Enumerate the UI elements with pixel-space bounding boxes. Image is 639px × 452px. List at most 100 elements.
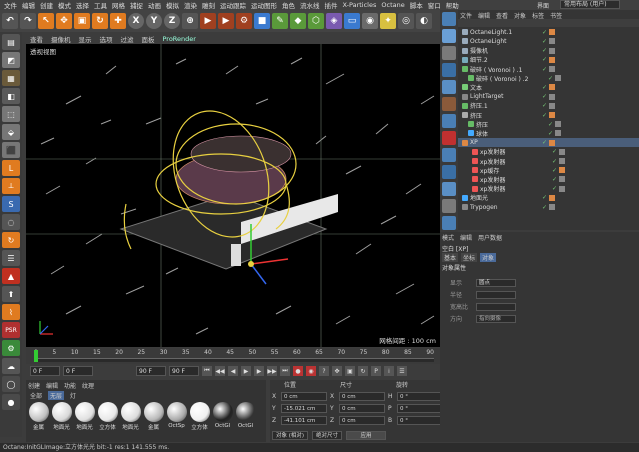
tag-icon[interactable] [559,148,566,155]
end-frame-field[interactable]: 90 F [136,366,166,376]
vp-menu-filter[interactable]: 过滤 [121,34,134,44]
camera-icon[interactable]: ◉ [362,13,378,29]
tag-icon[interactable] [549,139,556,146]
material-item[interactable]: 金属 [143,402,164,432]
timeline-track[interactable] [34,358,434,362]
play-icon[interactable]: ▶ [241,366,251,376]
psr-icon[interactable]: PSR [2,322,20,338]
menu-sculpt[interactable]: 雕刻 [202,0,215,10]
gear-icon[interactable]: ⚙ [2,340,20,356]
position-y-field[interactable]: -15.021 cm [281,404,327,413]
menu-octane[interactable]: Octane [381,1,404,9]
mat-filter-nolayer[interactable]: 无层 [48,391,65,400]
display-dropdown[interactable]: 圆点 [476,278,516,287]
menu-script[interactable]: 脚本 [410,0,423,10]
rotate-icon[interactable]: ↻ [92,13,108,29]
visibility-check-icon[interactable]: ✓ [548,75,553,82]
object-row[interactable]: xp缓存 ✓ [458,166,639,175]
octane-settings-icon[interactable]: ◐ [416,13,432,29]
content-browser-icon[interactable] [442,46,456,60]
python-icon[interactable]: ⬆ [2,286,20,302]
aspect-field[interactable] [476,302,516,311]
vp-menu-options[interactable]: 选项 [100,34,113,44]
material-item[interactable]: 金属 [28,402,49,432]
playhead[interactable] [34,350,38,362]
vp-menu-display[interactable]: 显示 [79,34,92,44]
sculpt-icon[interactable]: ▲ [2,268,20,284]
prev-key-icon[interactable]: ◀◀ [215,366,225,376]
tag-icon[interactable] [559,167,566,174]
mat-menu-function[interactable]: 功能 [64,381,76,390]
object-row[interactable]: 破碎 ( Voronoi ) .2 ✓ [458,74,639,83]
tag-icon[interactable] [555,75,562,82]
mat-menu-create[interactable]: 创建 [28,381,40,390]
attributes-panel-icon[interactable] [442,97,456,111]
tag-icon[interactable] [549,112,556,119]
visibility-check-icon[interactable]: ✓ [552,158,557,165]
visibility-check-icon[interactable]: ✓ [552,185,557,192]
goto-end-icon[interactable]: ⏭ [280,366,290,376]
visibility-check-icon[interactable]: ✓ [548,121,553,128]
visibility-check-icon[interactable]: ✓ [542,112,547,119]
mat-menu-edit[interactable]: 编辑 [46,381,58,390]
tag-icon[interactable] [549,194,556,201]
object-row[interactable]: OctaneLight ✓ [458,37,639,46]
layers-panel-icon[interactable] [442,80,456,94]
make-editable-icon[interactable]: ▤ [2,34,20,50]
object-row[interactable]: 地面光 ✓ [458,194,639,202]
last-tool-icon[interactable]: ✚ [110,13,126,29]
rotation-b-field[interactable]: 0 ° [397,416,443,425]
tag-icon[interactable] [549,84,556,91]
visibility-check-icon[interactable]: ✓ [552,167,557,174]
material-item[interactable]: 地面光 [51,402,72,432]
object-row[interactable]: XP ✓ [458,138,639,147]
visibility-check-icon[interactable]: ✓ [542,194,547,201]
visibility-check-icon[interactable]: ✓ [542,38,547,45]
tag-icon[interactable] [559,185,566,192]
tag-icon[interactable] [549,47,556,54]
tag-icon[interactable] [555,130,562,137]
texture-mode-icon[interactable]: ▦ [2,70,20,86]
menu-select[interactable]: 选择 [76,0,89,10]
object-row[interactable]: 挤压.1 ✓ [458,102,639,110]
array-icon[interactable]: ⬡ [308,13,324,29]
menu-tools[interactable]: 工具 [94,0,107,10]
prev-frame-icon[interactable]: ◀ [228,366,238,376]
coord-mode-select[interactable]: 对象 (相对) [272,431,309,440]
apply-button[interactable]: 应用 [346,431,387,440]
attr-menu-mode[interactable]: 模式 [442,233,454,242]
xpresso-icon[interactable]: ☁ [2,358,20,374]
menu-mode[interactable]: 模式 [58,0,71,10]
attr-tab-object[interactable]: 对象 [480,253,497,262]
vp-menu-camera[interactable]: 摄像机 [51,34,71,44]
material-item[interactable]: 地面光 [74,402,95,432]
tag-icon[interactable] [559,176,566,183]
perspective-viewport[interactable]: 透视视图 网格间距 : 100 cm [26,44,440,347]
model-mode-icon[interactable]: ◩ [2,52,20,68]
mat-filter-light[interactable]: 灯 [68,391,78,400]
tag-icon[interactable] [549,38,556,45]
material-item[interactable]: 立方体 [189,402,210,432]
object-row[interactable]: 挤压 ✓ [458,111,639,120]
polygons-mode-icon[interactable]: ⬛ [2,142,20,158]
menu-render[interactable]: 渲染 [184,0,197,10]
object-row[interactable]: 挤压 ✓ [458,120,639,129]
visibility-check-icon[interactable]: ✓ [542,204,547,211]
next-frame-icon[interactable]: ▶ [254,366,264,376]
parameter-key-icon[interactable]: P [371,366,381,376]
move-icon[interactable]: ✥ [56,13,72,29]
object-row[interactable]: LightTarget ✓ [458,92,639,101]
visibility-check-icon[interactable]: ✓ [542,139,547,146]
visibility-check-icon[interactable]: ✓ [542,56,547,63]
goto-start-icon[interactable]: ⏮ [202,366,212,376]
object-row[interactable]: 破碎 ( Voronoi ) .1 ✓ [458,65,639,74]
radius-field[interactable] [476,290,516,299]
visibility-check-icon[interactable]: ✓ [542,47,547,54]
size-z-field[interactable]: 0 cm [339,416,385,425]
material-item[interactable]: OctGl [235,402,256,432]
tag-icon[interactable] [559,158,566,165]
menu-pipeline[interactable]: 流水线 [300,0,320,10]
tag-icon[interactable] [549,93,556,100]
axis-y-button[interactable]: Y [146,13,162,29]
edges-mode-icon[interactable]: ⬙ [2,124,20,140]
